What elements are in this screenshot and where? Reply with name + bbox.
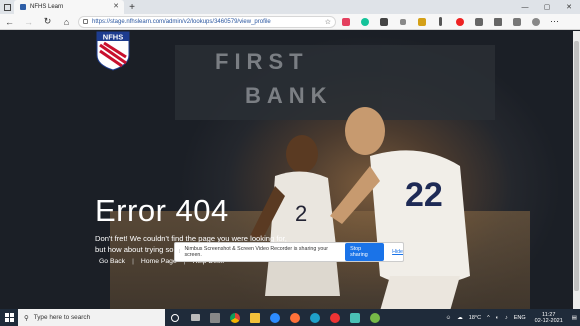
chrome-icon[interactable]: [225, 309, 245, 326]
extension-pen-icon[interactable]: [431, 14, 450, 30]
network-icon[interactable]: ◐: [496, 315, 499, 321]
clock[interactable]: 11:27 02-12-2021: [535, 312, 563, 324]
people-icon[interactable]: ☺: [446, 315, 452, 321]
notifications-icon[interactable]: ▤: [572, 315, 577, 321]
go-back-link[interactable]: Go Back: [99, 258, 125, 265]
extension-branch-icon[interactable]: [412, 14, 431, 30]
zoom-icon[interactable]: [265, 309, 285, 326]
extension-grammarly-icon[interactable]: [355, 14, 374, 30]
edge-icon[interactable]: [305, 309, 325, 326]
screen-sharing-notification: ⁞ Nimbus Screenshot & Screen Video Recor…: [174, 242, 404, 262]
browser-toolbar: ← → ↻ ⌂ https://stage.nfhslearn.com/admi…: [0, 14, 580, 30]
forward-button[interactable]: →: [19, 14, 38, 30]
svg-text:2: 2: [295, 201, 307, 226]
address-bar[interactable]: https://stage.nfhslearn.com/admin/v2/loo…: [78, 15, 336, 28]
search-placeholder: Type here to search: [33, 314, 91, 321]
home-page-link[interactable]: Home Page: [141, 258, 177, 265]
extensions-puzzle-icon[interactable]: [469, 14, 488, 30]
tab-title: NFHS Learn: [30, 4, 64, 10]
windows-logo-icon: [4, 313, 14, 322]
windows-start-button[interactable]: [0, 309, 18, 326]
url-text: https://stage.nfhslearn.com/admin/v2/loo…: [92, 18, 271, 25]
taskbar-search-box[interactable]: ⚲ Type here to search: [18, 309, 165, 326]
banner-text-line1: FIRST: [215, 49, 309, 74]
file-explorer-icon[interactable]: [245, 309, 265, 326]
window-icon[interactable]: [0, 0, 14, 14]
stop-sharing-button[interactable]: Stop sharing: [345, 243, 385, 261]
svg-text:22: 22: [405, 176, 443, 214]
cortana-icon[interactable]: [165, 309, 185, 326]
profile-avatar-icon[interactable]: [526, 14, 545, 30]
refresh-button[interactable]: ↻: [38, 14, 57, 30]
system-tray: ☺ ☁ 18°C ^ ◐ ♪ ENG 11:27 02-12-2021 ▤: [443, 312, 580, 324]
windows-taskbar: ⚲ Type here to search ☺ ☁ 18°C ^ ◐ ♪ ENG…: [0, 309, 580, 326]
maximize-button[interactable]: ▢: [536, 0, 558, 14]
settings-menu-button[interactable]: ⋯: [545, 14, 564, 30]
tab-close-icon[interactable]: ✕: [113, 3, 119, 11]
weather-temp[interactable]: 18°C: [469, 315, 481, 321]
home-button[interactable]: ⌂: [57, 14, 76, 30]
taskbar-app-teal-icon[interactable]: [345, 309, 365, 326]
taskbar-app-icon[interactable]: [205, 309, 225, 326]
minimize-button[interactable]: —: [514, 0, 536, 14]
link-separator: |: [132, 258, 134, 265]
favorite-star-icon[interactable]: ☆: [325, 18, 331, 26]
language-indicator[interactable]: ENG: [514, 315, 526, 321]
extension-screen-icon[interactable]: [374, 14, 393, 30]
close-window-button[interactable]: ✕: [558, 0, 580, 14]
search-icon: ⚲: [24, 314, 29, 322]
extension-adblock-icon[interactable]: [450, 14, 469, 30]
error-page: FIRST BANK 2 22 NFHS Error 404 Don't fre…: [0, 31, 573, 309]
taskbar-app-red-icon[interactable]: [325, 309, 345, 326]
drag-grip-icon[interactable]: ⁞: [179, 249, 180, 255]
logo-text: NFHS: [103, 33, 123, 42]
basketball-player-right-image: 22: [330, 107, 470, 309]
error-title: Error 404: [95, 193, 229, 228]
volume-icon[interactable]: ♪: [505, 315, 508, 321]
clock-date: 02-12-2021: [534, 317, 563, 324]
lock-icon: [83, 19, 88, 24]
nfhs-favicon-icon: [20, 4, 26, 10]
sharing-message: Nimbus Screenshot & Screen Video Recorde…: [184, 246, 329, 258]
tray-chevron-icon[interactable]: ^: [487, 315, 490, 321]
back-button[interactable]: ←: [0, 14, 19, 30]
favorites-icon[interactable]: [488, 14, 507, 30]
scrollbar-thumb[interactable]: [574, 41, 579, 291]
hide-link[interactable]: Hide: [392, 249, 403, 255]
tab-nfhs-learn[interactable]: NFHS Learn ✕: [14, 0, 124, 14]
page-scrollbar[interactable]: [573, 31, 580, 309]
extension-move-icon[interactable]: [393, 14, 412, 30]
task-view-icon[interactable]: [185, 309, 205, 326]
firefox-icon[interactable]: [285, 309, 305, 326]
taskbar-app-green-icon[interactable]: [365, 309, 385, 326]
browser-titlebar: NFHS Learn ✕ + — ▢ ✕: [0, 0, 580, 14]
extension-nimbus-icon[interactable]: [336, 14, 355, 30]
new-tab-button[interactable]: +: [124, 0, 140, 14]
nfhs-logo[interactable]: NFHS: [96, 31, 130, 71]
weather-icon[interactable]: ☁: [457, 315, 463, 321]
collections-icon[interactable]: [507, 14, 526, 30]
